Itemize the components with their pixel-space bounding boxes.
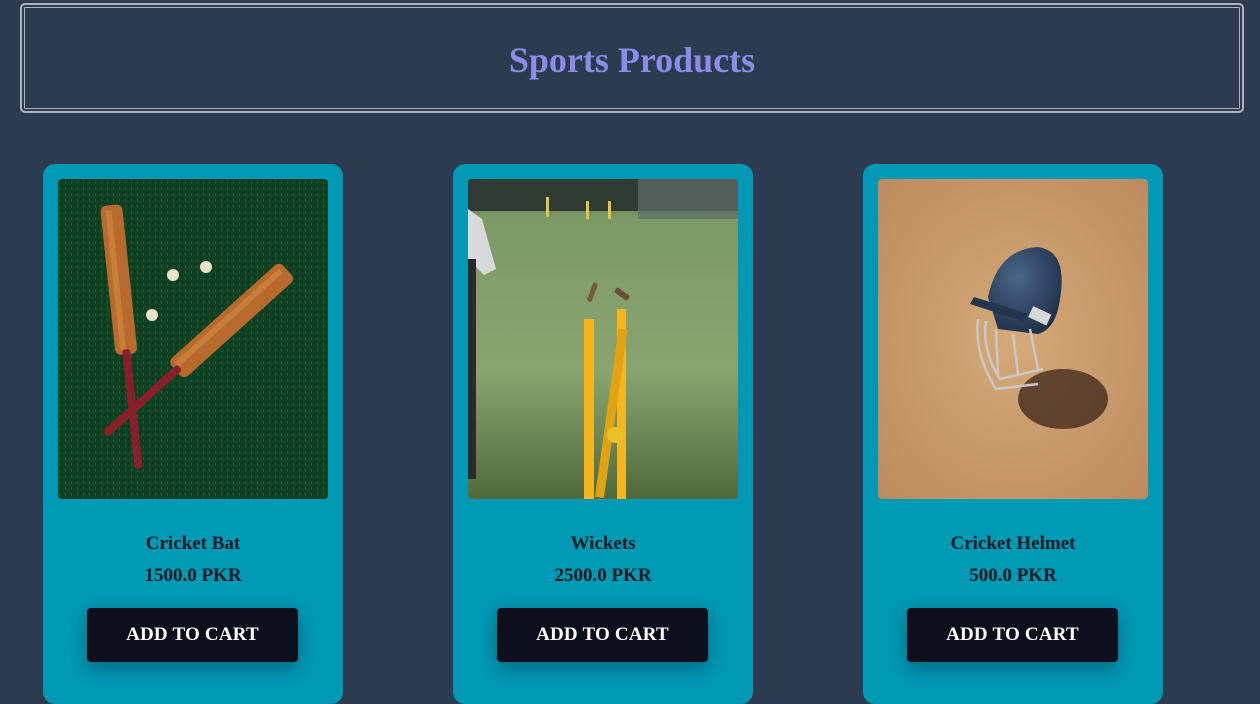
- product-card-wickets: Wickets 2500.0 PKR ADD TO CART: [453, 164, 753, 704]
- product-price: 1500.0 PKR: [144, 565, 242, 586]
- page-title: Sports Products: [508, 40, 756, 80]
- product-name: Wickets: [570, 533, 636, 554]
- product-card-cricket-helmet: Cricket Helmet 500.0 PKR ADD TO CART: [863, 164, 1163, 704]
- add-to-cart-button[interactable]: ADD TO CART: [907, 608, 1118, 662]
- page-header: Sports Products: [20, 3, 1244, 113]
- product-price: 500.0 PKR: [969, 565, 1057, 586]
- product-card-cricket-bat: Cricket Bat 1500.0 PKR ADD TO CART: [43, 164, 343, 704]
- add-to-cart-button[interactable]: ADD TO CART: [497, 608, 708, 662]
- add-to-cart-button[interactable]: ADD TO CART: [87, 608, 298, 662]
- product-name: Cricket Bat: [145, 533, 241, 554]
- product-price: 2500.0 PKR: [554, 565, 652, 586]
- product-image-cricket-helmet: [878, 179, 1148, 499]
- product-image-wickets: [468, 179, 738, 499]
- product-name: Cricket Helmet: [950, 533, 1076, 554]
- product-image-cricket-bat: [58, 179, 328, 499]
